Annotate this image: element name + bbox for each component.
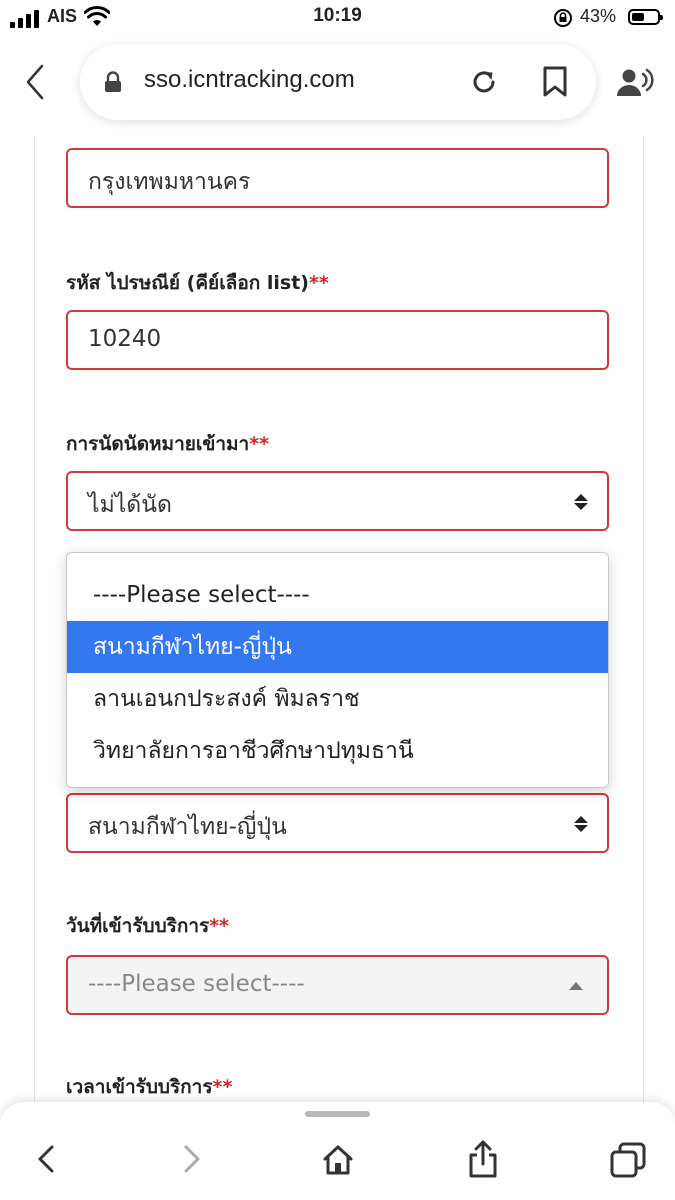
appointment-select[interactable]: ไม่ได้นัด (66, 471, 609, 531)
time-label: เวลาเข้ารับบริการ** (66, 1072, 232, 1102)
select-arrows-icon (574, 816, 588, 832)
appointment-value: ไม่ได้นัด (88, 492, 172, 518)
url-text: sso.icntracking.com (144, 66, 355, 93)
status-bar: AIS 10:19 43% (0, 0, 675, 36)
postal-code-field[interactable]: 10240 (66, 310, 609, 370)
date-select[interactable]: ----Please select---- (66, 955, 609, 1015)
date-placeholder: ----Please select---- (88, 971, 305, 997)
location-select[interactable]: สนามกีฬาไทย-ญี่ปุ่น (66, 793, 609, 853)
browser-bar: sso.icntracking.com (0, 36, 675, 136)
location-value: สนามกีฬาไทย-ญี่ปุ่น (88, 814, 287, 840)
dropdown-option[interactable]: ----Please select---- (67, 569, 608, 621)
reader-voice-icon[interactable] (616, 68, 656, 98)
date-label-text: วันที่เข้ารับบริการ (66, 915, 210, 937)
tabs-icon[interactable] (610, 1142, 646, 1178)
appointment-label: การนัดนัดหมายเข้ามา** (66, 429, 269, 459)
required-mark: ** (209, 915, 230, 937)
appointment-label-text: การนัดนัดหมายเข้ามา (66, 433, 250, 455)
sheet-grabber[interactable] (305, 1111, 370, 1117)
time-label-text: เวลาเข้ารับบริการ (66, 1076, 213, 1098)
back-icon[interactable] (22, 62, 52, 102)
postal-code-value: 10240 (88, 326, 162, 352)
battery-percent: 43% (580, 6, 617, 26)
back-icon[interactable] (36, 1144, 56, 1174)
location-dropdown-list[interactable]: ----Please select---- สนามกีฬาไทย-ญี่ปุ่… (66, 552, 609, 788)
province-value: กรุงเทพมหานคร (88, 169, 251, 195)
home-icon[interactable] (322, 1144, 354, 1176)
dropdown-option[interactable]: วิทยาลัยการอาชีวศึกษาปทุมธานี (67, 725, 608, 777)
postal-label: รหัส ไปรษณีย์ (คีย์เลือก list)** (66, 268, 329, 298)
postal-label-text: รหัส ไปรษณีย์ (คีย์เลือก list) (66, 272, 309, 294)
battery-icon (628, 9, 663, 25)
reload-icon[interactable] (468, 66, 500, 98)
forward-icon[interactable] (182, 1144, 202, 1174)
address-bar[interactable]: sso.icntracking.com (80, 44, 596, 120)
select-arrows-icon (574, 494, 588, 510)
date-label: วันที่เข้ารับบริการ** (66, 911, 229, 941)
required-mark: ** (212, 1076, 233, 1098)
dropdown-option[interactable]: ลานเอนกประสงค์ พิมลราช (67, 673, 608, 725)
caret-up-icon (569, 982, 583, 990)
bookmark-icon[interactable] (542, 66, 568, 98)
orientation-lock-icon (554, 9, 572, 27)
lock-icon (105, 71, 121, 92)
bottom-toolbar (0, 1102, 675, 1200)
share-icon[interactable] (468, 1140, 498, 1178)
dropdown-option-selected[interactable]: สนามกีฬาไทย-ญี่ปุ่น (67, 621, 608, 673)
clock: 10:19 (313, 5, 362, 26)
province-field[interactable]: กรุงเทพมหานคร (66, 148, 609, 208)
required-mark: ** (249, 433, 270, 455)
required-mark: ** (308, 272, 329, 294)
